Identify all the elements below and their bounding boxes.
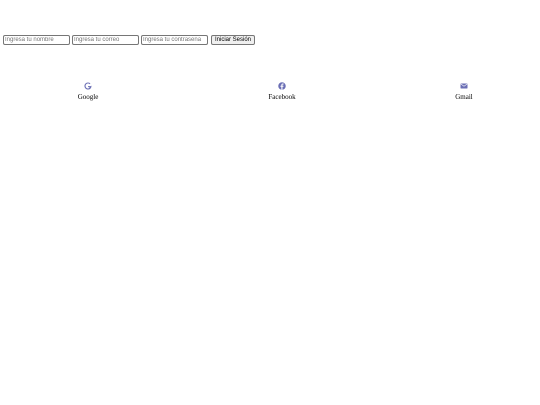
password-input[interactable]	[141, 35, 208, 45]
login-button[interactable]: Iniciar Sesión	[211, 35, 256, 45]
email-input[interactable]	[72, 35, 139, 45]
google-icon	[83, 78, 93, 90]
login-form: Iniciar Sesión	[3, 35, 256, 45]
gmail-login-option[interactable]: Gmail	[424, 78, 504, 101]
facebook-label: Facebook	[268, 93, 296, 101]
envelope-icon	[459, 78, 469, 89]
name-input[interactable]	[3, 35, 70, 45]
page: Iniciar Sesión Google Facebook	[0, 0, 540, 405]
google-login-option[interactable]: Google	[48, 78, 128, 101]
facebook-login-option[interactable]: Facebook	[242, 78, 322, 101]
facebook-icon	[277, 78, 287, 90]
social-login-options: Google Facebook Gmail	[0, 78, 540, 108]
google-label: Google	[77, 93, 99, 101]
gmail-label: Gmail	[455, 93, 473, 101]
